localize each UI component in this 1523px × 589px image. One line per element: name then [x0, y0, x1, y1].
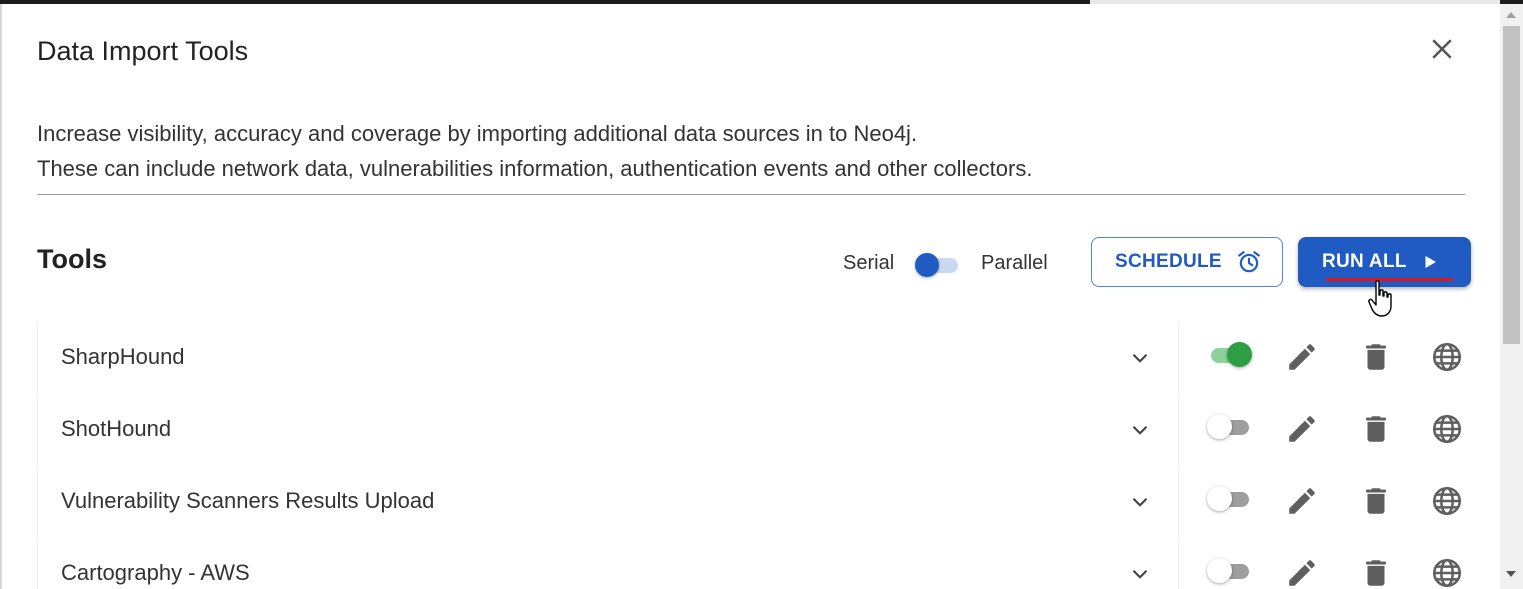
tools-heading: Tools — [37, 244, 107, 274]
tool-name: Vulnerability Scanners Results Upload — [61, 488, 435, 513]
tool-enabled-toggle[interactable] — [1207, 414, 1253, 440]
chevron-down-icon[interactable] — [1127, 561, 1153, 587]
dialog-description: Increase visibility, accuracy and covera… — [37, 116, 1032, 186]
globe-icon[interactable] — [1430, 340, 1464, 374]
play-icon — [1425, 256, 1436, 268]
trash-icon[interactable] — [1359, 340, 1393, 374]
tool-enabled-toggle[interactable] — [1207, 342, 1253, 368]
data-import-tools-dialog: Data Import Tools Increase visibility, a… — [2, 4, 1500, 589]
schedule-button-label: SCHEDULE — [1115, 251, 1222, 272]
serial-label: Serial — [843, 252, 895, 274]
scroll-down-arrow-icon[interactable] — [1506, 571, 1516, 577]
scroll-up-arrow-icon[interactable] — [1506, 12, 1516, 18]
pencil-icon[interactable] — [1285, 484, 1319, 518]
scrollbar-thumb[interactable] — [1503, 26, 1520, 344]
parallel-label: Parallel — [981, 252, 1048, 274]
switch-thumb — [915, 253, 939, 277]
run-all-button-label: RUN ALL — [1322, 251, 1407, 272]
trash-icon[interactable] — [1359, 412, 1393, 446]
chevron-down-icon[interactable] — [1127, 417, 1153, 443]
hand-cursor-icon — [1368, 280, 1392, 317]
tool-row: Cartography - AWS — [37, 538, 1467, 589]
vertical-scrollbar[interactable] — [1500, 4, 1523, 589]
pencil-icon[interactable] — [1285, 340, 1319, 374]
dialog-title: Data Import Tools — [37, 36, 249, 66]
chevron-down-icon[interactable] — [1127, 345, 1153, 371]
description-line-1: Increase visibility, accuracy and covera… — [37, 121, 918, 146]
tool-enabled-toggle[interactable] — [1207, 558, 1253, 584]
divider — [37, 194, 1465, 195]
globe-icon[interactable] — [1430, 412, 1464, 446]
toggle-thumb — [1227, 342, 1252, 367]
tools-list: SharpHound ShotHound Vulnerability Scann… — [37, 322, 1467, 589]
tool-name-cell[interactable]: Cartography - AWS — [37, 538, 1179, 589]
close-icon[interactable] — [1427, 34, 1457, 64]
chevron-down-icon[interactable] — [1127, 489, 1153, 515]
tool-row: Vulnerability Scanners Results Upload — [37, 466, 1467, 538]
tool-name: SharpHound — [61, 344, 185, 369]
tool-row: SharpHound — [37, 322, 1467, 394]
globe-icon[interactable] — [1430, 484, 1464, 518]
alarm-clock-icon — [1238, 251, 1260, 273]
description-line-2: These can include network data, vulnerab… — [37, 156, 1033, 181]
tool-name: Cartography - AWS — [61, 560, 250, 585]
trash-icon[interactable] — [1359, 556, 1393, 589]
pencil-icon[interactable] — [1285, 556, 1319, 589]
tool-row: ShotHound — [37, 394, 1467, 466]
tool-name-cell[interactable]: SharpHound — [37, 322, 1179, 392]
schedule-button[interactable]: SCHEDULE — [1091, 237, 1283, 287]
toggle-thumb — [1207, 558, 1232, 583]
tool-enabled-toggle[interactable] — [1207, 486, 1253, 512]
trash-icon[interactable] — [1359, 484, 1393, 518]
tool-name: ShotHound — [61, 416, 172, 441]
toggle-thumb — [1207, 414, 1232, 439]
tool-name-cell[interactable]: ShotHound — [37, 394, 1179, 464]
pencil-icon[interactable] — [1285, 412, 1319, 446]
toggle-thumb — [1207, 486, 1232, 511]
tool-name-cell[interactable]: Vulnerability Scanners Results Upload — [37, 466, 1179, 536]
globe-icon[interactable] — [1430, 556, 1464, 589]
serial-parallel-switch[interactable] — [914, 253, 960, 277]
